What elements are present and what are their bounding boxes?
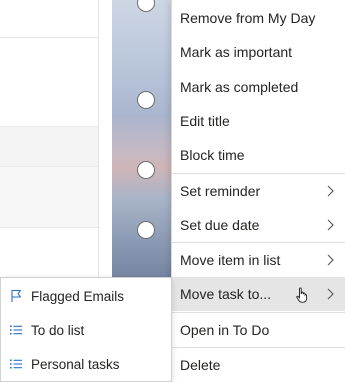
menu-item-label: Remove from My Day [180,10,316,26]
task-complete-circle[interactable] [137,221,155,239]
menu-item-edit-title[interactable]: Edit title [172,104,345,138]
menu-item-label: Block time [180,147,245,163]
menu-item-set-reminder[interactable]: Set reminder [172,174,345,208]
menu-item-move-item-in-list[interactable]: Move item in list [172,243,345,277]
menu-item-label: Mark as important [180,44,293,60]
task-complete-circle[interactable] [137,91,155,109]
menu-item-label: Move task to... [180,286,272,302]
chevron-right-icon [327,288,334,300]
flag-icon [11,289,22,302]
submenu-item-to-do-list[interactable]: To do list [1,313,171,347]
chevron-right-icon [327,185,334,197]
task-complete-circle[interactable] [137,161,155,179]
submenu-item-label: Personal tasks [31,356,120,372]
hand-cursor-icon [296,287,308,303]
menu-item-mark-important[interactable]: Mark as important [172,35,345,69]
menu-item-mark-completed[interactable]: Mark as completed [172,70,345,104]
background-row [0,166,98,228]
background-row [0,126,98,168]
menu-item-label: Delete [180,357,221,373]
list-icon [10,359,22,369]
menu-item-label: Set reminder [180,183,261,199]
submenu-item-personal-tasks[interactable]: Personal tasks [1,347,171,381]
menu-item-remove-from-my-day[interactable]: Remove from My Day [172,1,345,35]
menu-item-open-in-to-do[interactable]: Open in To Do [172,313,345,347]
menu-item-label: Open in To Do [180,322,270,338]
chevron-right-icon [327,219,334,231]
task-context-menu: Remove from My Day Mark as important Mar… [171,0,345,382]
menu-item-set-due-date[interactable]: Set due date [172,208,345,242]
submenu-item-label: Flagged Emails [31,288,125,304]
menu-item-block-time[interactable]: Block time [172,138,345,172]
chevron-right-icon [327,254,334,266]
submenu-item-flagged-emails[interactable]: Flagged Emails [1,279,171,313]
menu-item-delete[interactable]: Delete [172,348,345,382]
menu-item-label: Move item in list [180,252,281,268]
list-icon [10,325,22,335]
menu-item-label: Edit title [180,113,230,129]
menu-item-move-task-to[interactable]: Move task to... [172,277,345,311]
list-divider [0,37,98,38]
submenu-item-label: To do list [31,322,85,338]
move-task-to-submenu: Flagged Emails To do list Personal tasks [0,277,172,382]
menu-item-label: Mark as completed [180,79,299,95]
menu-item-label: Set due date [180,217,260,233]
